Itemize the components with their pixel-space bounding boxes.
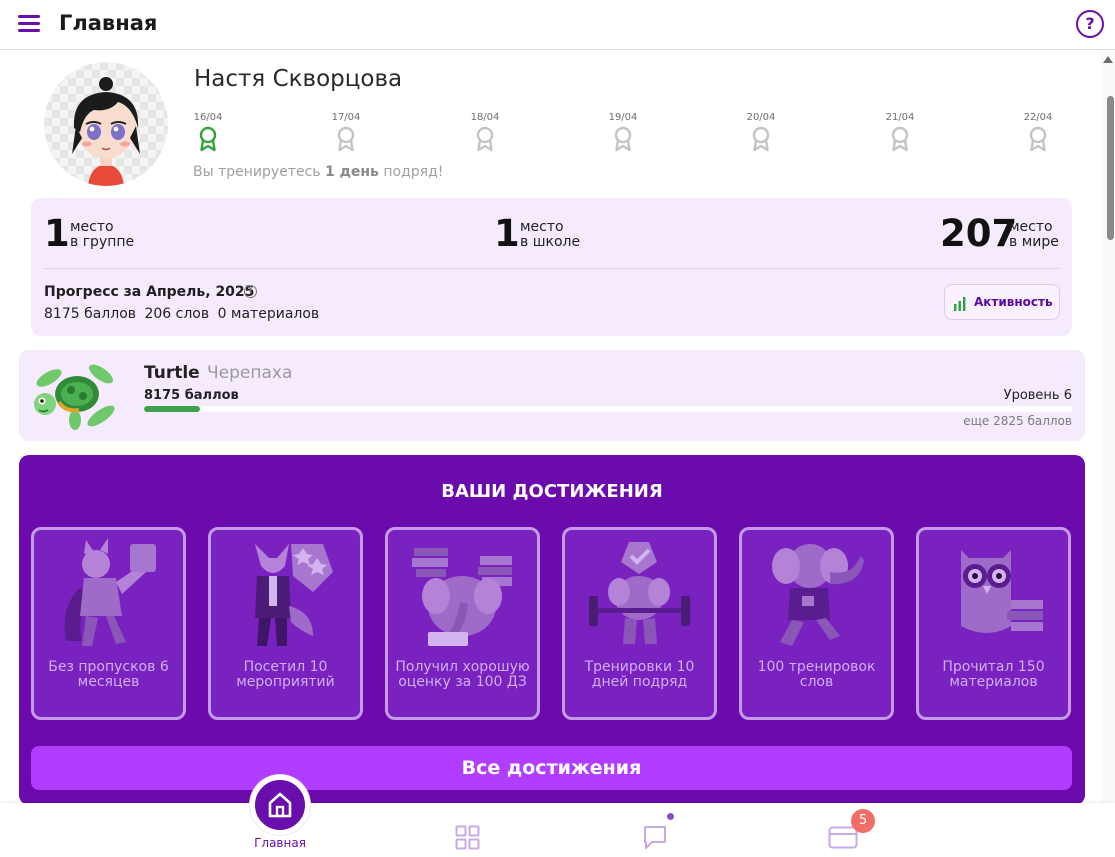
- rank-group-line1: место: [70, 219, 114, 235]
- achievement-card[interactable]: 100 тренировок слов: [739, 527, 894, 720]
- achievement-card[interactable]: Без пропусков 6 месяцев: [31, 527, 186, 720]
- achievement-label: Тренировки 10 дней подряд: [584, 659, 695, 690]
- streak-days: 1 день: [324, 164, 379, 180]
- progress-words: 206 слов: [144, 306, 210, 322]
- nav-home-button[interactable]: [250, 775, 310, 835]
- monthly-progress-stats: 8175 баллов 206 слов 0 материалов: [44, 306, 323, 322]
- rank-group-label: место в группе: [70, 220, 134, 250]
- grid-icon[interactable]: [455, 825, 480, 850]
- anime-girl-avatar-icon: [72, 77, 140, 186]
- achievement-card[interactable]: Посетил 10 мероприятий: [208, 527, 363, 720]
- elephant-walking-icon: [772, 544, 864, 646]
- streak-day-date: 22/04: [1023, 112, 1053, 123]
- chat-notification-dot: [667, 813, 674, 820]
- achievement-label: Посетил 10 мероприятий: [236, 659, 335, 690]
- rank-world-value: 207: [940, 212, 1018, 255]
- level-name-translation: Черепаха: [207, 363, 293, 383]
- medal-icon: [752, 126, 770, 152]
- weekly-streak: 16/04 17/04 18/04 19/04 20/04 21/04 22/0…: [193, 112, 1063, 160]
- streak-day-date: 20/04: [746, 112, 776, 123]
- elephant-barbell-icon: [589, 542, 690, 644]
- notification-badge: 5: [851, 809, 875, 833]
- streak-prefix: Вы тренируетесь: [193, 164, 325, 180]
- rank-world-label: место в мире: [1009, 220, 1059, 250]
- achievement-label: Прочитал 150 материалов: [942, 659, 1045, 690]
- medal-achieved-icon: [199, 126, 217, 152]
- chat-icon[interactable]: [642, 824, 668, 850]
- streak-day-date: 19/04: [608, 112, 638, 123]
- streak-day: 17/04: [326, 112, 366, 152]
- rank-world-line1: место: [1009, 219, 1053, 235]
- all-achievements-button[interactable]: Все достижения: [31, 746, 1072, 790]
- hamburger-menu-icon[interactable]: [18, 15, 40, 33]
- achievement-label: Без пропусков 6 месяцев: [48, 659, 169, 690]
- points-remaining: еще 2825 баллов: [963, 414, 1072, 428]
- scrollbar-thumb[interactable]: [1107, 96, 1114, 240]
- streak-day: 19/04: [603, 112, 643, 152]
- medal-icon: [337, 126, 355, 152]
- medal-icon: [1029, 126, 1047, 152]
- streak-text: Вы тренируетесь 1 день подряд!: [193, 164, 443, 180]
- streak-day-date: 16/04: [193, 112, 223, 123]
- elephant-books-icon: [412, 548, 512, 646]
- streak-day: 22/04: [1018, 112, 1058, 152]
- achievements-title: ВАШИ ДОСТИЖЕНИЯ: [441, 481, 663, 502]
- top-app-bar: Главная ?: [0, 0, 1115, 50]
- streak-day-date: 21/04: [885, 112, 915, 123]
- monthly-progress-title: Прогресс за Апрель, 2025: [44, 284, 255, 300]
- bar-chart-icon: [954, 297, 966, 311]
- info-icon[interactable]: i: [244, 285, 257, 298]
- streak-day: 21/04: [880, 112, 920, 152]
- achievement-card[interactable]: Прочитал 150 материалов: [916, 527, 1071, 720]
- rank-school-line1: место: [520, 219, 564, 235]
- level-card: Turtle Черепаха 8175 баллов Уровень 6 ещ…: [19, 350, 1085, 441]
- streak-day-date: 17/04: [331, 112, 361, 123]
- avatar[interactable]: [44, 62, 168, 186]
- streak-day: 18/04: [465, 112, 505, 152]
- rank-school-label: место в школе: [520, 220, 580, 250]
- level-progress-bar: [144, 406, 1072, 412]
- medal-icon: [476, 126, 494, 152]
- turtle-icon: [34, 364, 115, 430]
- home-icon: [268, 792, 292, 818]
- level-points: 8175 баллов: [144, 388, 239, 403]
- scroll-up-arrow[interactable]: [1103, 56, 1113, 63]
- rank-group-line2: в группе: [70, 234, 135, 250]
- page-title: Главная: [59, 11, 158, 35]
- hero-cat-icon: [64, 538, 156, 646]
- activity-button-label: Активность: [974, 295, 1053, 309]
- medal-icon: [614, 126, 632, 152]
- achievement-label: Получил хорошую оценку за 100 ДЗ: [395, 659, 530, 690]
- achievement-card[interactable]: Тренировки 10 дней подряд: [562, 527, 717, 720]
- rank-school-value: 1: [494, 212, 520, 255]
- streak-day-date: 18/04: [470, 112, 500, 123]
- fox-backpack-icon: [255, 544, 333, 646]
- achievement-card[interactable]: Получил хорошую оценку за 100 ДЗ: [385, 527, 540, 720]
- progress-points: 8175 баллов: [44, 306, 137, 322]
- user-name: Настя Скворцова: [194, 66, 403, 92]
- rankings-card: 1 место в группе 1 место в школе 207 мес…: [31, 198, 1072, 336]
- rank-group-value: 1: [44, 212, 70, 255]
- owl-books-icon: [961, 550, 1043, 633]
- level-progress-fill: [144, 406, 200, 412]
- rank-school-line2: в школе: [520, 234, 581, 250]
- streak-day: 20/04: [741, 112, 781, 152]
- level-name: Turtle: [144, 363, 200, 383]
- bottom-navigation: [0, 803, 1115, 857]
- achievements-panel: ВАШИ ДОСТИЖЕНИЯ Без пропусков 6 месяцев …: [19, 455, 1085, 805]
- level-number: Уровень 6: [1003, 388, 1072, 403]
- streak-suffix: подряд!: [378, 164, 444, 180]
- medal-icon: [891, 126, 909, 152]
- divider: [44, 268, 1059, 269]
- help-circle-icon[interactable]: ?: [1076, 10, 1104, 38]
- streak-day: 16/04: [188, 112, 228, 152]
- rank-world-line2: в мире: [1009, 234, 1059, 250]
- nav-home-label[interactable]: Главная: [240, 836, 320, 850]
- progress-materials: 0 материалов: [217, 306, 320, 322]
- activity-button[interactable]: Активность: [944, 284, 1060, 320]
- achievement-label: 100 тренировок слов: [757, 659, 876, 690]
